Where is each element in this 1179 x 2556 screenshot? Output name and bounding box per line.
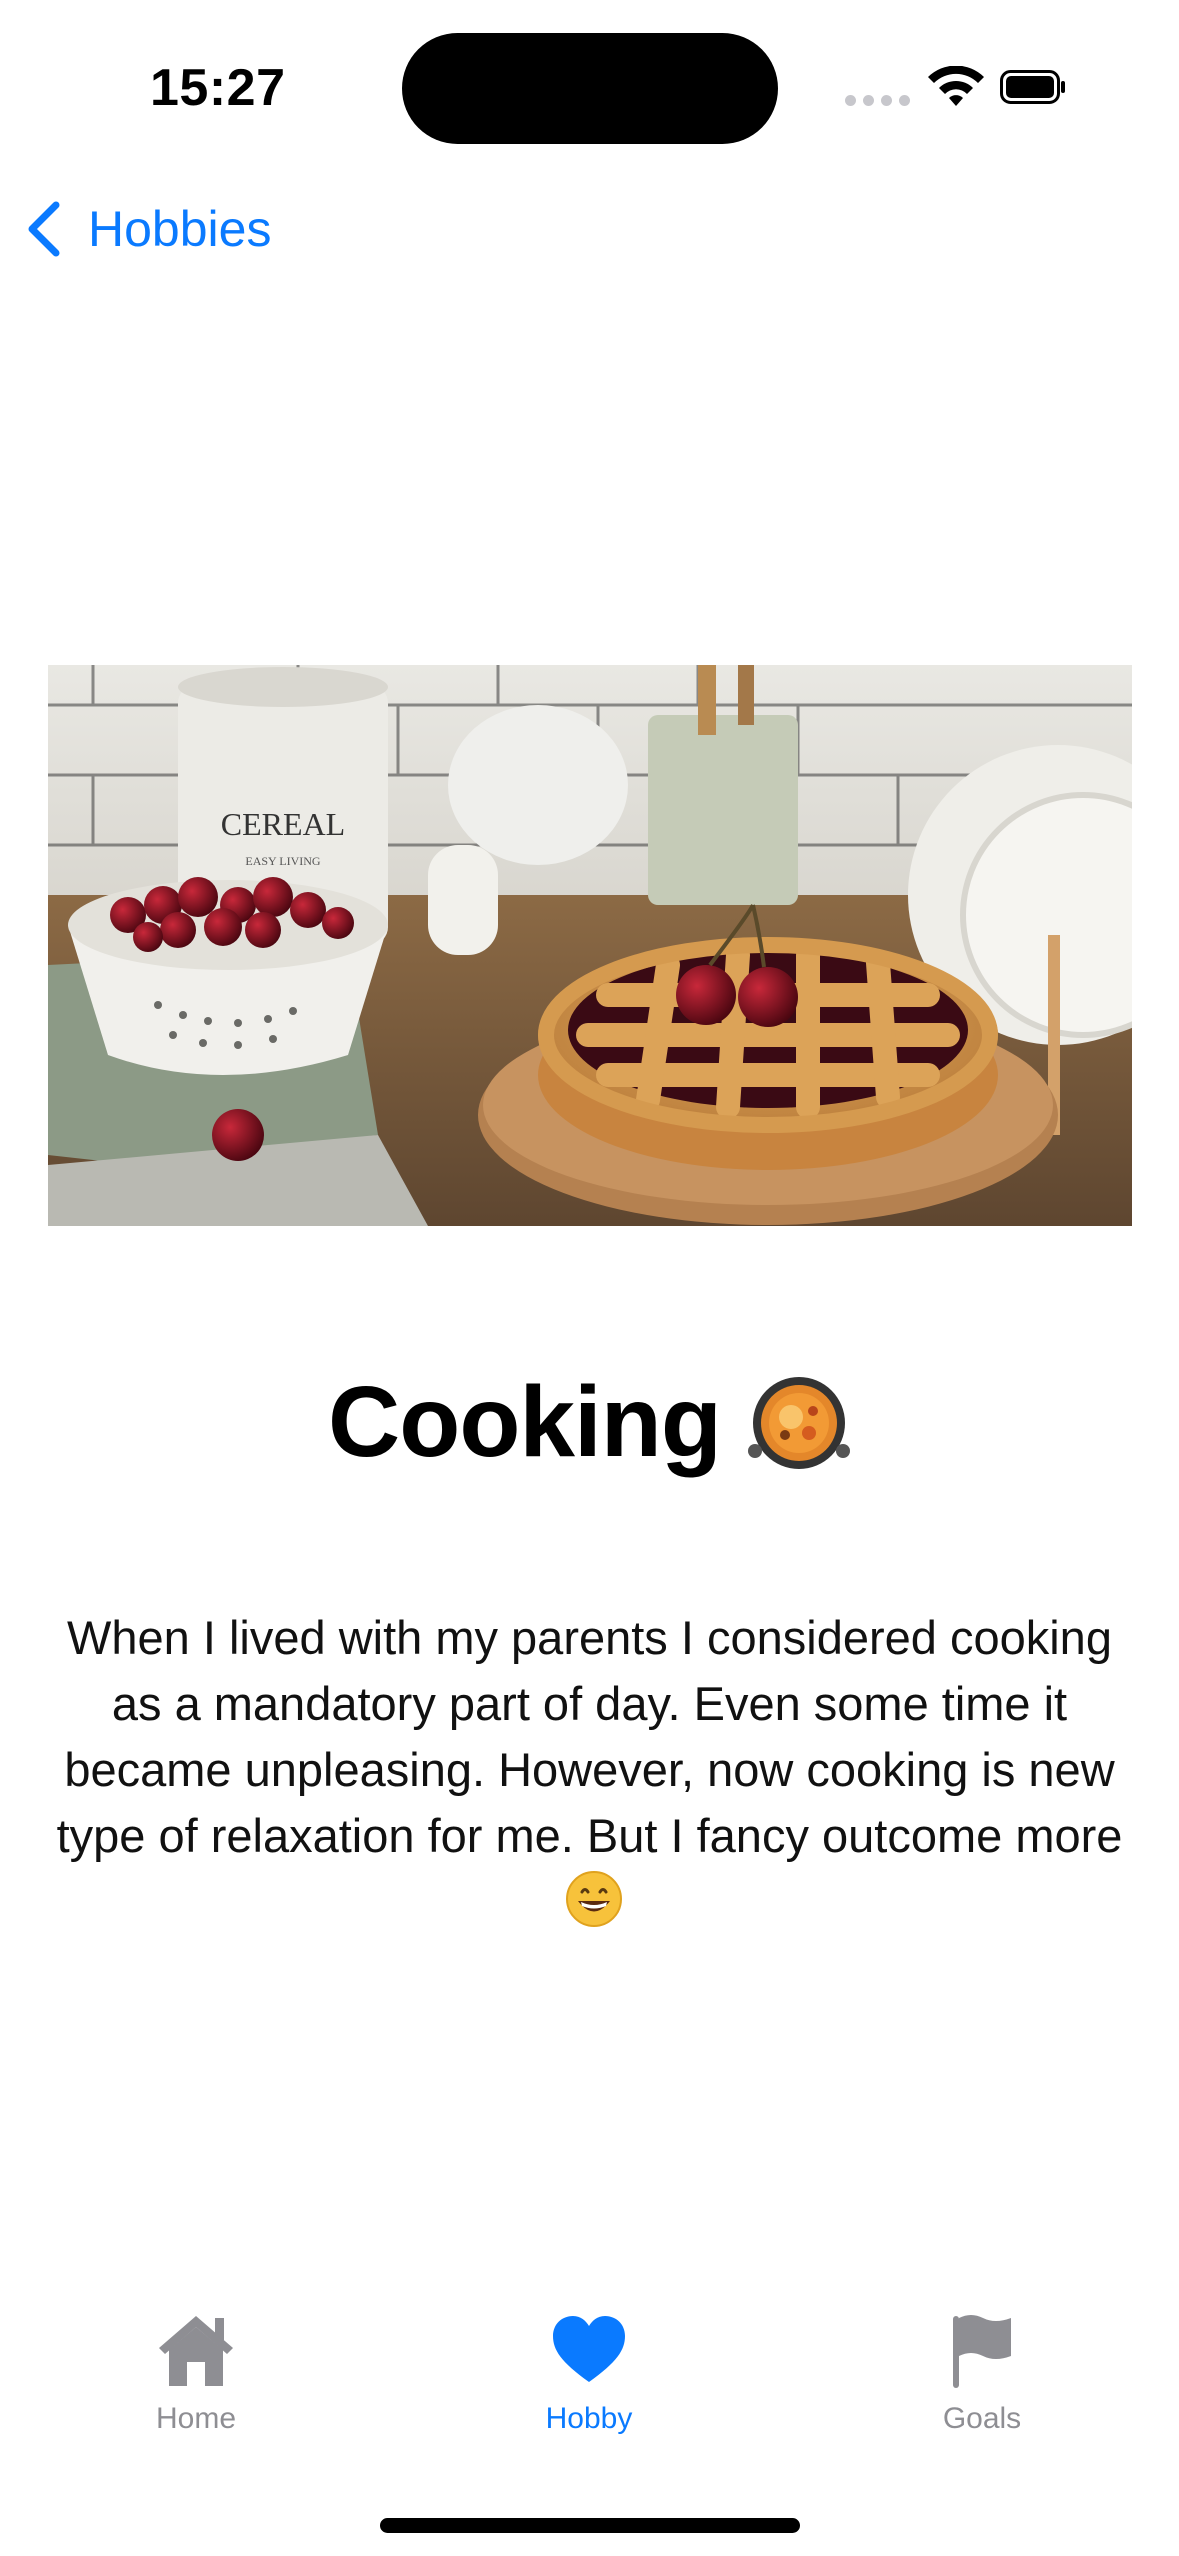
tab-hobby[interactable]: Hobby (469, 2310, 709, 2436)
back-button[interactable]: Hobbies (24, 196, 271, 262)
pie-photo: CEREAL EASY LIVING (48, 665, 1132, 1226)
chevron-left-icon (28, 201, 60, 257)
tab-hobby-label: Hobby (545, 2402, 633, 2435)
tab-goals[interactable]: Goals (862, 2310, 1102, 2436)
tab-home[interactable]: Home (76, 2310, 316, 2436)
svg-text:EASY LIVING: EASY LIVING (245, 854, 321, 868)
tab-goals-label: Goals (942, 2402, 1022, 2435)
flag-icon (953, 2315, 1011, 2388)
tab-bar: Home Hobby Goals (0, 2310, 1179, 2470)
status-time: 15:27 (150, 59, 286, 117)
grinning-face-icon (565, 1871, 622, 1927)
cellular-signal-icon (845, 95, 910, 106)
cooking-pan-icon (747, 1376, 850, 1469)
hobby-title: Cooking (328, 1366, 722, 1478)
wifi-icon (928, 66, 984, 106)
back-label: Hobbies (88, 201, 272, 257)
hobby-description-text: When I lived with my parents I considere… (56, 1611, 1123, 1862)
hero-image: CEREAL EASY LIVING (48, 665, 1132, 1226)
screen: 15:27 Hobbies CEREAL EASY LIVING Cooking… (0, 0, 1179, 2556)
battery-icon (1000, 70, 1065, 104)
heart-icon (553, 2316, 625, 2382)
hobby-title-row: Cooking (0, 1365, 1179, 1480)
svg-text:CEREAL: CEREAL (221, 806, 345, 842)
house-icon (159, 2316, 233, 2386)
home-indicator[interactable] (380, 2518, 800, 2533)
tab-home-label: Home (155, 2402, 237, 2435)
hobby-description: When I lived with my parents I considere… (40, 1605, 1139, 1935)
dynamic-island (402, 33, 778, 144)
